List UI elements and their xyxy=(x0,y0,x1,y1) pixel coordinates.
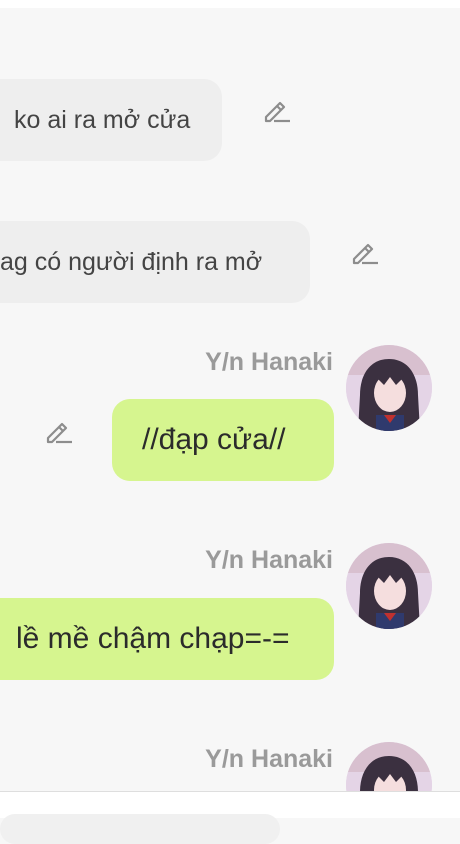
chat-thread[interactable]: ko ai ra mở cửa ag có người định ra mở Y… xyxy=(0,8,460,791)
message-text: ko ai ra mở cửa xyxy=(14,105,191,134)
bottom-bar xyxy=(0,791,460,844)
pencil-edit-icon[interactable] xyxy=(42,415,74,447)
sender-name: Y/n Hanaki xyxy=(205,546,333,574)
message-bubble-outgoing[interactable]: //đạp cửa// xyxy=(112,399,334,481)
top-divider xyxy=(0,0,460,8)
sender-name: Y/n Hanaki xyxy=(205,745,333,773)
message-bubble-outgoing[interactable]: lề mề chậm chạp=-= xyxy=(0,598,334,680)
message-text: lề mề chậm chạp=-= xyxy=(16,622,290,655)
message-bubble-incoming[interactable]: ko ai ra mở cửa xyxy=(0,79,222,161)
pencil-edit-icon[interactable] xyxy=(348,236,380,268)
sender-name: Y/n Hanaki xyxy=(205,348,333,376)
message-bubble-incoming[interactable]: ag có người định ra mở xyxy=(0,221,310,303)
pencil-edit-icon[interactable] xyxy=(260,94,292,126)
message-text: ag có người định ra mở xyxy=(0,247,263,276)
message-composer[interactable] xyxy=(0,814,280,844)
avatar[interactable] xyxy=(346,345,432,431)
message-text: //đạp cửa// xyxy=(142,423,286,456)
avatar[interactable] xyxy=(346,742,432,791)
avatar[interactable] xyxy=(346,543,432,629)
